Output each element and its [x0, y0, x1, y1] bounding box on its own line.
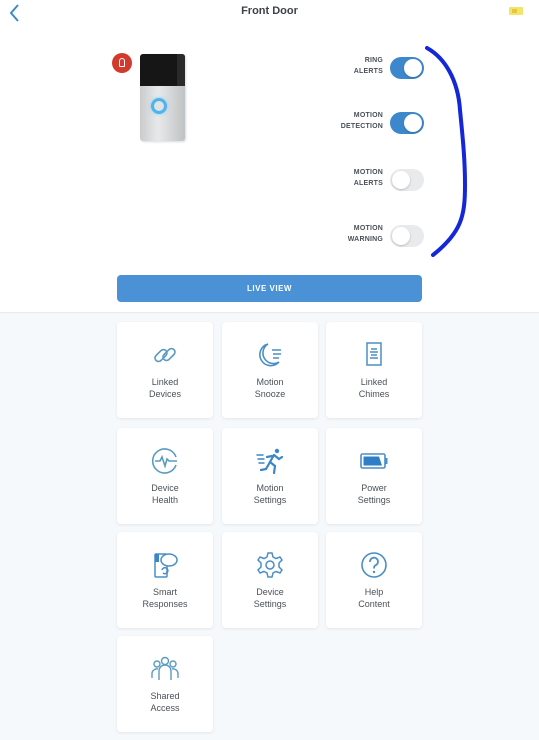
- tile-power-settings[interactable]: Power Settings: [326, 428, 422, 524]
- toggle-row-motion-alerts: MOTION ALERTS: [300, 167, 424, 193]
- tile-help-content[interactable]: Help Content: [326, 532, 422, 628]
- tile-label: Shared Access: [150, 691, 180, 713]
- moon-snooze-icon: [259, 343, 281, 367]
- tile-motion-settings[interactable]: Motion Settings: [222, 428, 318, 524]
- tile-label: Help Content: [358, 587, 390, 609]
- toggle-row-ring-alerts: RING ALERTS: [300, 55, 424, 81]
- tile-shared-access[interactable]: Shared Access: [117, 636, 213, 732]
- tile-smart-responses[interactable]: Smart Responses: [117, 532, 213, 628]
- chime-icon: [366, 342, 382, 366]
- question-icon: [361, 552, 387, 578]
- toggle-label: MOTION ALERTS: [353, 169, 383, 187]
- tile-device-settings[interactable]: Device Settings: [222, 532, 318, 628]
- tile-device-health[interactable]: Device Health: [117, 428, 213, 524]
- toggle-label: RING ALERTS: [353, 57, 383, 75]
- tile-label: Linked Chimes: [358, 377, 390, 399]
- tile-label: Smart Responses: [142, 587, 188, 609]
- tile-label: Motion Snooze: [254, 377, 286, 399]
- heartbeat-icon: [151, 448, 177, 474]
- doorbell-device-image: [140, 54, 185, 141]
- motion-alerts-toggle[interactable]: [390, 169, 424, 191]
- toggle-row-motion-detection: MOTION DETECTION: [300, 110, 424, 136]
- motion-detection-toggle[interactable]: [390, 112, 424, 134]
- tile-label: Power Settings: [357, 483, 391, 505]
- tile-label: Motion Settings: [253, 483, 287, 505]
- chat-bubble-icon: [154, 553, 178, 578]
- tile-label: Device Settings: [253, 587, 287, 609]
- battery-low-icon: [509, 7, 523, 15]
- tile-linked-chimes[interactable]: Linked Chimes: [326, 322, 422, 418]
- gear-icon: [257, 552, 283, 578]
- toggle-label: MOTION WARNING: [347, 225, 383, 243]
- tile-motion-snooze[interactable]: Motion Snooze: [222, 322, 318, 418]
- running-person-icon: [256, 448, 284, 475]
- tile-label: Linked Devices: [148, 377, 181, 399]
- tile-linked-devices[interactable]: Linked Devices: [117, 322, 213, 418]
- link-icon: [154, 347, 176, 363]
- motion-warning-toggle[interactable]: [390, 225, 424, 247]
- live-view-button[interactable]: LIVE VIEW: [117, 275, 422, 302]
- tile-label: Device Health: [151, 483, 179, 505]
- ring-alerts-toggle[interactable]: [390, 57, 424, 79]
- page-title: Front Door: [241, 5, 298, 17]
- users-icon: [151, 656, 179, 680]
- battery-icon: [360, 453, 388, 469]
- toggle-label: MOTION DETECTION: [340, 112, 383, 130]
- privacy-lock-icon[interactable]: [112, 53, 132, 73]
- device-header-panel: Front Door RING ALERTS MOTION DETECTION …: [0, 0, 539, 313]
- toggle-row-motion-warning: MOTION WARNING: [300, 223, 424, 249]
